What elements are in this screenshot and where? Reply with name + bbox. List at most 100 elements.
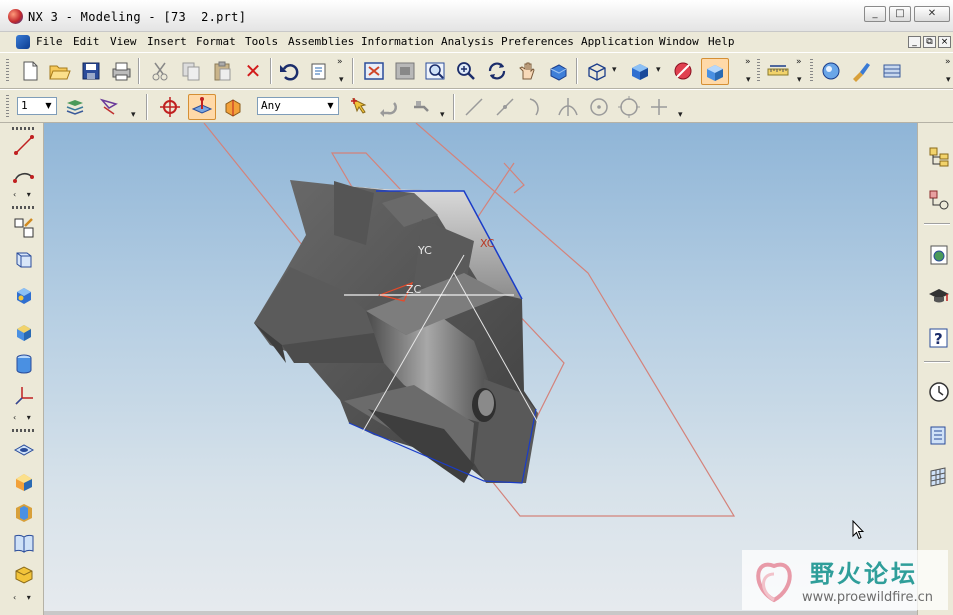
blend-icon[interactable]	[12, 500, 36, 524]
menu-format[interactable]: Format	[196, 35, 236, 48]
toolbar-dropdown-arrow[interactable]: ▾	[946, 75, 951, 85]
intersection-icon[interactable]	[556, 95, 580, 119]
menu-insert[interactable]: Insert	[147, 35, 187, 48]
toolbar-overflow-chevron[interactable]: »	[945, 57, 951, 67]
snap-options-icon[interactable]	[410, 95, 434, 119]
undo-icon[interactable]	[277, 59, 301, 83]
toolbar-dropdown-arrow[interactable]: ▾	[797, 75, 802, 85]
toolbar-dropdown-arrow[interactable]: ▾	[678, 110, 683, 120]
edit-feature-icon[interactable]	[12, 561, 36, 585]
toolbar-dropdown-arrow[interactable]: ▾	[746, 75, 751, 85]
paint-icon[interactable]	[849, 59, 873, 83]
cut-icon[interactable]	[148, 59, 172, 83]
face-icon[interactable]	[12, 469, 36, 493]
shaded-view-icon[interactable]	[546, 59, 570, 83]
circle-icon[interactable]	[617, 95, 641, 119]
print-icon[interactable]	[109, 59, 133, 83]
new-file-icon[interactable]	[18, 59, 42, 83]
help-icon[interactable]: ?	[927, 326, 951, 350]
toolbar-dropdown-arrow[interactable]: ▾	[131, 110, 136, 120]
menu-window[interactable]: Window	[659, 35, 699, 48]
menu-view[interactable]: View	[110, 35, 137, 48]
menu-analysis[interactable]: Analysis	[441, 35, 494, 48]
part-navigator-icon[interactable]	[927, 188, 951, 212]
zoom-box-icon[interactable]	[423, 59, 447, 83]
document-icon[interactable]	[16, 35, 30, 49]
circle-center-icon[interactable]	[587, 95, 611, 119]
hole-icon[interactable]	[12, 438, 36, 462]
close-button[interactable]: ✕	[914, 6, 950, 22]
pan-icon[interactable]	[515, 59, 539, 83]
history-icon[interactable]	[927, 380, 951, 404]
part-solid-body[interactable]	[254, 180, 539, 484]
book-icon[interactable]	[12, 531, 36, 555]
menu-help[interactable]: Help	[708, 35, 735, 48]
save-icon[interactable]	[79, 59, 103, 83]
cube-icon[interactable]	[12, 320, 36, 344]
toolbar-grip[interactable]	[6, 95, 9, 119]
maximize-button[interactable]: □	[889, 6, 911, 22]
toolbar-grip[interactable]	[6, 59, 9, 83]
zoom-icon[interactable]	[454, 59, 478, 83]
work-layer-select[interactable]: 1 ▼	[17, 97, 57, 115]
doc-minimize-button[interactable]: _	[908, 36, 921, 48]
solid-shaded-icon[interactable]	[628, 59, 652, 83]
block-icon[interactable]	[12, 283, 36, 307]
iso-view-icon[interactable]	[701, 58, 729, 85]
menu-assemblies[interactable]: Assemblies	[288, 35, 354, 48]
graphics-window[interactable]: YC XC ZC	[44, 123, 917, 611]
assembly-navigator-icon[interactable]	[927, 145, 951, 169]
toolbar-scroll-controls[interactable]: ‹ ▾	[13, 413, 35, 422]
toolbar-grip[interactable]	[12, 206, 34, 209]
wireframe-icon[interactable]	[585, 59, 609, 83]
select-face-icon[interactable]	[188, 94, 216, 120]
undo-selection-icon[interactable]	[376, 95, 400, 119]
paste-icon[interactable]	[210, 59, 234, 83]
toolbar-grip[interactable]	[12, 429, 34, 432]
extrude-icon[interactable]	[12, 247, 36, 271]
toolbar-grip[interactable]	[810, 59, 813, 83]
doc-close-button[interactable]: ×	[938, 36, 951, 48]
model-view[interactable]: YC XC ZC	[44, 123, 917, 611]
sketch-icon[interactable]	[12, 216, 36, 240]
toolbar-scroll-controls[interactable]: ‹ ▾	[13, 593, 35, 602]
toolbar-grip[interactable]	[12, 127, 34, 130]
crosshair-icon[interactable]	[158, 95, 182, 119]
datum-csys-icon[interactable]	[12, 384, 36, 408]
toolbar-dropdown-arrow[interactable]: ▾	[339, 75, 344, 85]
measure-icon[interactable]	[766, 59, 790, 83]
cylinder-icon[interactable]	[12, 352, 36, 376]
zoom-window-icon[interactable]	[393, 59, 417, 83]
select-body-icon[interactable]	[221, 95, 245, 119]
toolbar-dropdown-arrow[interactable]: ▾	[440, 110, 445, 120]
menu-information[interactable]: Information	[361, 35, 434, 48]
properties-icon[interactable]	[307, 59, 331, 83]
line-icon[interactable]	[462, 95, 486, 119]
line-tool-icon[interactable]	[12, 133, 36, 157]
selection-filter-icon[interactable]	[98, 95, 122, 119]
arc-icon[interactable]	[524, 95, 548, 119]
menu-tools[interactable]: Tools	[245, 35, 278, 48]
prepare-icon[interactable]	[880, 59, 904, 83]
delete-icon[interactable]: ✕	[241, 59, 265, 83]
toolbar-scroll-controls[interactable]: ‹ ▾	[13, 190, 35, 199]
shaded-dropdown-arrow[interactable]: ▾	[656, 65, 661, 75]
doc-restore-button[interactable]: ⧉	[923, 36, 936, 48]
toolbar-overflow-chevron[interactable]: »	[796, 57, 802, 67]
quick-pick-icon[interactable]	[347, 95, 371, 119]
wireframe-dropdown-arrow[interactable]: ▾	[612, 65, 617, 75]
line-endpoint-icon[interactable]	[493, 95, 517, 119]
rotate-icon[interactable]	[485, 59, 509, 83]
system-materials-icon[interactable]	[927, 423, 951, 447]
palette-icon[interactable]	[927, 465, 951, 489]
training-icon[interactable]	[927, 284, 951, 308]
open-folder-icon[interactable]	[47, 59, 71, 83]
layer-settings-icon[interactable]	[63, 95, 87, 119]
menu-file[interactable]: File	[36, 35, 63, 48]
point-icon[interactable]	[647, 95, 671, 119]
minimize-button[interactable]: _	[864, 6, 886, 22]
web-browser-icon[interactable]	[927, 243, 951, 267]
selection-type-filter[interactable]: Any ▼	[257, 97, 339, 115]
arc-tool-icon[interactable]	[12, 163, 36, 187]
menu-preferences[interactable]: Preferences	[501, 35, 574, 48]
